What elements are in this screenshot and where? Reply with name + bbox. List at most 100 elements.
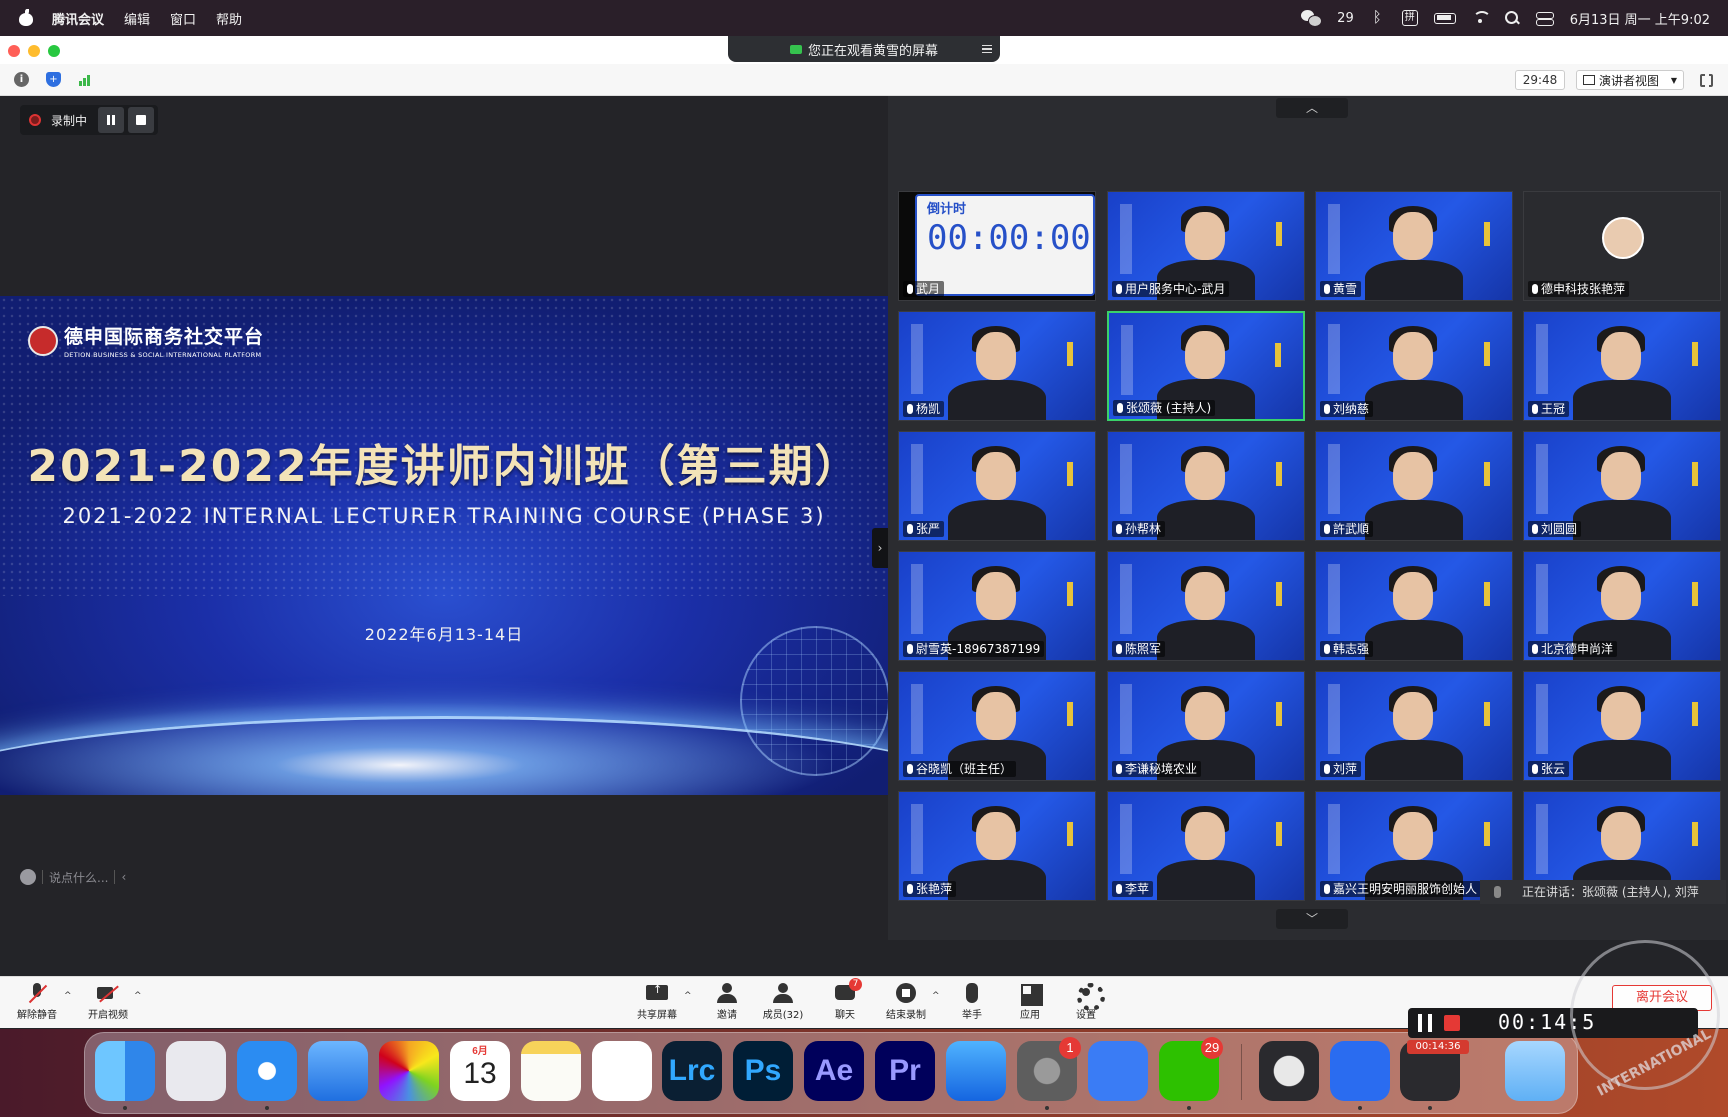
share-screen-button[interactable]: 共享屏幕 bbox=[629, 983, 685, 1021]
aftereffects-icon[interactable]: Ae bbox=[804, 1041, 864, 1101]
audio-options-chevron-icon[interactable]: ^ bbox=[64, 991, 72, 1001]
chat-button[interactable]: 7 聊天 bbox=[817, 978, 873, 1021]
notes-icon[interactable] bbox=[521, 1041, 581, 1101]
minimize-window-button[interactable] bbox=[28, 45, 40, 57]
participant-tile[interactable]: 杨凯 bbox=[898, 311, 1096, 421]
participant-name-label: 杨凯 bbox=[903, 401, 945, 417]
participant-tile[interactable]: 刘纳慈 bbox=[1315, 311, 1513, 421]
menu-help[interactable]: 帮助 bbox=[216, 9, 242, 28]
recorder-time-badge: 00:14:36 bbox=[1407, 1040, 1469, 1054]
view-mode-dropdown[interactable]: 演讲者视图 ▼ bbox=[1576, 70, 1684, 90]
premiere-icon[interactable]: Pr bbox=[875, 1041, 935, 1101]
participant-tile[interactable]: 张颂薇 (主持人) bbox=[1107, 311, 1305, 421]
participant-tile[interactable]: 倒计时 00:00:00 武月 bbox=[898, 191, 1096, 301]
participant-tile[interactable]: 李谦秘境农业 bbox=[1107, 671, 1305, 781]
apple-icon[interactable] bbox=[18, 9, 34, 27]
stop-recording-button[interactable] bbox=[128, 107, 154, 133]
menu-edit[interactable]: 编辑 bbox=[124, 9, 150, 28]
launchpad-icon[interactable] bbox=[166, 1041, 226, 1101]
pause-icon[interactable] bbox=[1418, 1014, 1432, 1032]
finder-icon[interactable] bbox=[95, 1041, 155, 1101]
participant-video bbox=[942, 804, 1052, 900]
close-window-button[interactable] bbox=[8, 45, 20, 57]
feishu-icon[interactable] bbox=[1088, 1041, 1148, 1101]
video-options-chevron-icon[interactable]: ^ bbox=[134, 991, 142, 1001]
participant-tile[interactable]: 李苹 bbox=[1107, 791, 1305, 901]
bluetooth-icon[interactable] bbox=[1370, 8, 1386, 26]
start-video-button[interactable]: 开启视频 bbox=[80, 983, 136, 1021]
participant-tile[interactable]: 尉雪英-18967387199 bbox=[898, 551, 1096, 661]
control-center-icon[interactable] bbox=[1535, 11, 1554, 26]
participant-tile[interactable]: 北京德申尚洋 bbox=[1523, 551, 1721, 661]
participant-tile[interactable]: 孙帮林 bbox=[1107, 431, 1305, 541]
gallery-page-down-button[interactable]: ﹀ bbox=[1276, 909, 1348, 929]
downloads-folder-icon[interactable] bbox=[1505, 1041, 1565, 1101]
apps-button[interactable]: 应用 bbox=[1002, 983, 1058, 1021]
unmute-button[interactable]: 解除静音 bbox=[9, 983, 65, 1021]
chat-input[interactable]: 说点什么... ‹ bbox=[20, 864, 160, 890]
system-preferences-icon[interactable]: 1 bbox=[1017, 1037, 1081, 1101]
menu-app-name[interactable]: 腾讯会议 bbox=[52, 9, 104, 28]
photos-icon[interactable] bbox=[379, 1041, 439, 1101]
participant-tile[interactable]: 张严 bbox=[898, 431, 1096, 541]
zoom-window-button[interactable] bbox=[48, 45, 60, 57]
participant-tile[interactable]: 刘圆圆 bbox=[1523, 431, 1721, 541]
record-options-chevron-icon[interactable]: ^ bbox=[932, 991, 940, 1001]
collapse-gallery-button[interactable]: › bbox=[872, 528, 888, 568]
safari-icon[interactable] bbox=[237, 1041, 297, 1101]
mail-icon[interactable] bbox=[308, 1041, 368, 1101]
microphone-icon bbox=[1532, 524, 1538, 534]
participant-name: 韩志强 bbox=[1333, 642, 1370, 656]
baidu-netdisk-icon[interactable] bbox=[592, 1041, 652, 1101]
security-shield-icon[interactable]: + bbox=[46, 72, 61, 87]
pause-recording-button[interactable] bbox=[98, 107, 124, 133]
participant-tile[interactable]: 刘萍 bbox=[1315, 671, 1513, 781]
spotlight-search-icon[interactable] bbox=[1504, 11, 1520, 25]
stop-recording-toolbar-button[interactable]: 结束录制 bbox=[878, 983, 934, 1021]
fullscreen-icon[interactable] bbox=[1700, 73, 1713, 89]
wechat-status-icon[interactable] bbox=[1301, 10, 1323, 27]
menubar-datetime[interactable]: 6月13日 周一 上午9:02 bbox=[1570, 9, 1710, 28]
settings-button[interactable]: 设置 bbox=[1058, 983, 1114, 1021]
stop-icon[interactable] bbox=[1444, 1015, 1460, 1031]
share-menu-icon[interactable] bbox=[982, 45, 992, 53]
lanhu-icon[interactable] bbox=[1330, 1041, 1390, 1101]
lightroom-icon[interactable]: Lrc bbox=[662, 1041, 722, 1101]
battery-icon[interactable] bbox=[1433, 12, 1456, 24]
participant-tile[interactable]: 张云 bbox=[1523, 671, 1721, 781]
participant-tile[interactable]: 韩志强 bbox=[1315, 551, 1513, 661]
quicktime-icon[interactable] bbox=[1259, 1041, 1319, 1101]
microphone-icon bbox=[1116, 644, 1122, 654]
camera-off-icon bbox=[97, 983, 119, 1003]
running-indicator bbox=[1187, 1106, 1191, 1110]
calendar-icon[interactable]: 6月 13 bbox=[450, 1041, 510, 1101]
participant-tile[interactable]: 谷晓凯（班主任） bbox=[898, 671, 1096, 781]
emoji-icon[interactable] bbox=[20, 869, 36, 885]
participant-tile[interactable]: 黄雪 bbox=[1315, 191, 1513, 301]
raise-hand-button[interactable]: 举手 bbox=[944, 983, 1000, 1021]
invite-button[interactable]: 邀请 bbox=[699, 983, 755, 1021]
course-banner-strip bbox=[1328, 564, 1340, 634]
wechat-icon[interactable]: 29 bbox=[1159, 1037, 1223, 1101]
participant-name-label: 张艳萍 bbox=[903, 881, 957, 897]
members-button[interactable]: 成员(32) bbox=[755, 983, 811, 1021]
participant-tile[interactable]: 张艳萍 bbox=[898, 791, 1096, 901]
participant-tile[interactable]: 陈照军 bbox=[1107, 551, 1305, 661]
photoshop-icon[interactable]: Ps bbox=[733, 1041, 793, 1101]
participant-tile[interactable]: 用户服务中心-武月 bbox=[1107, 191, 1305, 301]
share-screen-icon bbox=[646, 983, 668, 1003]
participant-tile[interactable]: 德申科技张艳萍 bbox=[1523, 191, 1721, 301]
app-store-icon[interactable] bbox=[946, 1041, 1006, 1101]
participant-name: 刘萍 bbox=[1333, 762, 1358, 776]
course-banner-strip bbox=[1120, 444, 1132, 514]
info-icon[interactable]: i bbox=[14, 72, 29, 87]
participant-tile[interactable]: 王冠 bbox=[1523, 311, 1721, 421]
share-options-chevron-icon[interactable]: ^ bbox=[684, 991, 692, 1001]
input-method-icon[interactable]: 拼 bbox=[1401, 10, 1418, 26]
gallery-page-up-button[interactable]: ︿ bbox=[1276, 98, 1348, 118]
network-signal-icon[interactable] bbox=[78, 72, 93, 87]
participant-tile[interactable]: 許武順 bbox=[1315, 431, 1513, 541]
menu-window[interactable]: 窗口 bbox=[170, 9, 196, 28]
chevron-left-icon[interactable]: ‹ bbox=[121, 870, 126, 884]
wifi-icon[interactable] bbox=[1472, 11, 1491, 25]
